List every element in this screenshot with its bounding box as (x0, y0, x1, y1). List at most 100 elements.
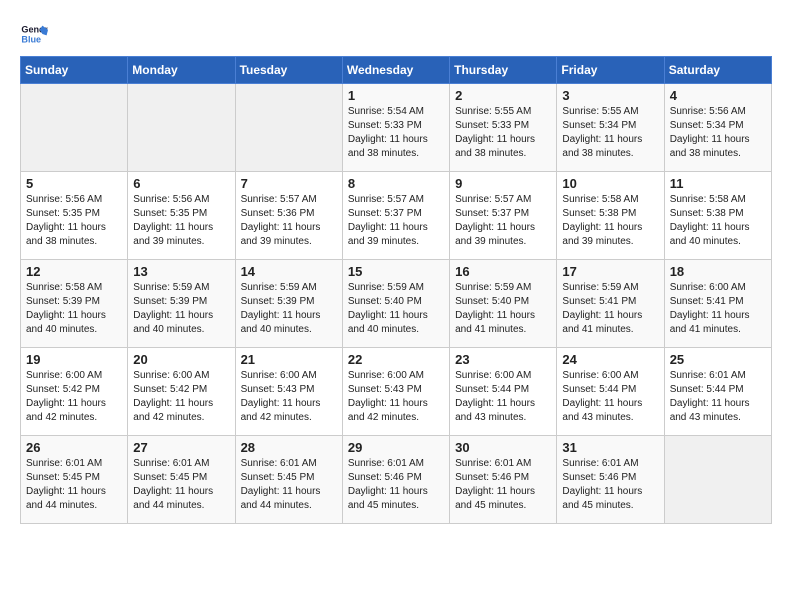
calendar-cell: 25 Sunrise: 6:01 AMSunset: 5:44 PMDayligh… (664, 348, 771, 436)
day-number: 11 (670, 176, 766, 191)
header-sunday: Sunday (21, 57, 128, 84)
calendar-cell: 15 Sunrise: 5:59 AMSunset: 5:40 PMDayligh… (342, 260, 449, 348)
calendar-cell: 21 Sunrise: 6:00 AMSunset: 5:43 PMDayligh… (235, 348, 342, 436)
day-number: 24 (562, 352, 658, 367)
day-info: Sunrise: 5:56 AMSunset: 5:35 PMDaylight:… (133, 193, 229, 249)
header-thursday: Thursday (450, 57, 557, 84)
header-tuesday: Tuesday (235, 57, 342, 84)
calendar-cell: 2 Sunrise: 5:55 AMSunset: 5:33 PMDaylight… (450, 84, 557, 172)
day-info: Sunrise: 5:55 AMSunset: 5:34 PMDaylight:… (562, 105, 658, 161)
calendar-cell: 30 Sunrise: 6:01 AMSunset: 5:46 PMDayligh… (450, 436, 557, 524)
day-number: 19 (26, 352, 122, 367)
day-number: 6 (133, 176, 229, 191)
day-info: Sunrise: 6:01 AMSunset: 5:46 PMDaylight:… (455, 457, 551, 513)
logo: General Blue (20, 20, 52, 48)
day-info: Sunrise: 5:58 AMSunset: 5:38 PMDaylight:… (562, 193, 658, 249)
day-info: Sunrise: 6:00 AMSunset: 5:43 PMDaylight:… (348, 369, 444, 425)
day-info: Sunrise: 5:55 AMSunset: 5:33 PMDaylight:… (455, 105, 551, 161)
day-number: 3 (562, 88, 658, 103)
logo-icon: General Blue (20, 20, 48, 48)
calendar-cell: 7 Sunrise: 5:57 AMSunset: 5:36 PMDaylight… (235, 172, 342, 260)
calendar-cell: 22Sunrise: 6:00 AMSunset: 5:43 PMDayligh… (342, 348, 449, 436)
calendar-cell: 4Sunrise: 5:56 AMSunset: 5:34 PMDaylight… (664, 84, 771, 172)
calendar-cell: 14Sunrise: 5:59 AMSunset: 5:39 PMDayligh… (235, 260, 342, 348)
day-number: 13 (133, 264, 229, 279)
day-info: Sunrise: 6:01 AMSunset: 5:45 PMDaylight:… (133, 457, 229, 513)
calendar-cell (21, 84, 128, 172)
calendar-cell (664, 436, 771, 524)
day-number: 21 (241, 352, 337, 367)
day-info: Sunrise: 6:00 AMSunset: 5:41 PMDaylight:… (670, 281, 766, 337)
calendar-table: SundayMondayTuesdayWednesdayThursdayFrid… (20, 56, 772, 524)
calendar-cell (235, 84, 342, 172)
day-number: 12 (26, 264, 122, 279)
header-saturday: Saturday (664, 57, 771, 84)
day-info: Sunrise: 6:00 AMSunset: 5:42 PMDaylight:… (26, 369, 122, 425)
day-number: 17 (562, 264, 658, 279)
day-info: Sunrise: 6:00 AMSunset: 5:43 PMDaylight:… (241, 369, 337, 425)
day-number: 26 (26, 440, 122, 455)
calendar-cell: 28Sunrise: 6:01 AMSunset: 5:45 PMDayligh… (235, 436, 342, 524)
day-number: 30 (455, 440, 551, 455)
calendar-cell: 19 Sunrise: 6:00 AMSunset: 5:42 PMDayligh… (21, 348, 128, 436)
day-info: Sunrise: 6:00 AMSunset: 5:42 PMDaylight:… (133, 369, 229, 425)
calendar-cell: 17 Sunrise: 5:59 AMSunset: 5:41 PMDayligh… (557, 260, 664, 348)
calendar-cell: 20 Sunrise: 6:00 AMSunset: 5:42 PMDayligh… (128, 348, 235, 436)
calendar-cell: 16 Sunrise: 5:59 AMSunset: 5:40 PMDayligh… (450, 260, 557, 348)
header-monday: Monday (128, 57, 235, 84)
day-info: Sunrise: 6:01 AMSunset: 5:45 PMDaylight:… (241, 457, 337, 513)
calendar-week-0: 1 Sunrise: 5:54 AMSunset: 5:33 PMDaylight… (21, 84, 772, 172)
day-info: Sunrise: 5:56 AMSunset: 5:35 PMDaylight:… (26, 193, 122, 249)
header-wednesday: Wednesday (342, 57, 449, 84)
day-number: 27 (133, 440, 229, 455)
calendar-cell: 23Sunrise: 6:00 AMSunset: 5:44 PMDayligh… (450, 348, 557, 436)
day-number: 8 (348, 176, 444, 191)
calendar-cell: 1 Sunrise: 5:54 AMSunset: 5:33 PMDaylight… (342, 84, 449, 172)
day-info: Sunrise: 5:59 AMSunset: 5:39 PMDaylight:… (241, 281, 337, 337)
day-info: Sunrise: 5:57 AMSunset: 5:36 PMDaylight:… (241, 193, 337, 249)
calendar-week-1: 5Sunrise: 5:56 AMSunset: 5:35 PMDaylight… (21, 172, 772, 260)
calendar-week-3: 19 Sunrise: 6:00 AMSunset: 5:42 PMDayligh… (21, 348, 772, 436)
day-info: Sunrise: 5:59 AMSunset: 5:40 PMDaylight:… (455, 281, 551, 337)
day-info: Sunrise: 5:57 AMSunset: 5:37 PMDaylight:… (455, 193, 551, 249)
day-number: 18 (670, 264, 766, 279)
day-number: 9 (455, 176, 551, 191)
svg-text:Blue: Blue (21, 34, 41, 44)
calendar-cell: 29Sunrise: 6:01 AMSunset: 5:46 PMDayligh… (342, 436, 449, 524)
day-info: Sunrise: 5:59 AMSunset: 5:40 PMDaylight:… (348, 281, 444, 337)
day-number: 25 (670, 352, 766, 367)
calendar-cell (128, 84, 235, 172)
day-info: Sunrise: 5:54 AMSunset: 5:33 PMDaylight:… (348, 105, 444, 161)
day-info: Sunrise: 6:01 AMSunset: 5:45 PMDaylight:… (26, 457, 122, 513)
day-number: 2 (455, 88, 551, 103)
day-info: Sunrise: 5:59 AMSunset: 5:41 PMDaylight:… (562, 281, 658, 337)
calendar-cell: 11 Sunrise: 5:58 AMSunset: 5:38 PMDayligh… (664, 172, 771, 260)
day-info: Sunrise: 5:57 AMSunset: 5:37 PMDaylight:… (348, 193, 444, 249)
day-number: 15 (348, 264, 444, 279)
calendar-cell: 26 Sunrise: 6:01 AMSunset: 5:45 PMDayligh… (21, 436, 128, 524)
calendar-cell: 5Sunrise: 5:56 AMSunset: 5:35 PMDaylight… (21, 172, 128, 260)
calendar-cell: 12 Sunrise: 5:58 AMSunset: 5:39 PMDayligh… (21, 260, 128, 348)
day-number: 7 (241, 176, 337, 191)
day-info: Sunrise: 5:56 AMSunset: 5:34 PMDaylight:… (670, 105, 766, 161)
calendar-cell: 10Sunrise: 5:58 AMSunset: 5:38 PMDayligh… (557, 172, 664, 260)
calendar-week-4: 26 Sunrise: 6:01 AMSunset: 5:45 PMDayligh… (21, 436, 772, 524)
day-number: 29 (348, 440, 444, 455)
day-number: 20 (133, 352, 229, 367)
header-friday: Friday (557, 57, 664, 84)
calendar-cell: 6 Sunrise: 5:56 AMSunset: 5:35 PMDaylight… (128, 172, 235, 260)
day-info: Sunrise: 5:59 AMSunset: 5:39 PMDaylight:… (133, 281, 229, 337)
day-info: Sunrise: 6:01 AMSunset: 5:44 PMDaylight:… (670, 369, 766, 425)
calendar-cell: 27 Sunrise: 6:01 AMSunset: 5:45 PMDayligh… (128, 436, 235, 524)
day-info: Sunrise: 5:58 AMSunset: 5:38 PMDaylight:… (670, 193, 766, 249)
calendar-week-2: 12 Sunrise: 5:58 AMSunset: 5:39 PMDayligh… (21, 260, 772, 348)
day-number: 16 (455, 264, 551, 279)
day-number: 1 (348, 88, 444, 103)
day-info: Sunrise: 6:00 AMSunset: 5:44 PMDaylight:… (455, 369, 551, 425)
calendar-cell: 13 Sunrise: 5:59 AMSunset: 5:39 PMDayligh… (128, 260, 235, 348)
calendar-cell: 9 Sunrise: 5:57 AMSunset: 5:37 PMDaylight… (450, 172, 557, 260)
calendar-cell: 31Sunrise: 6:01 AMSunset: 5:46 PMDayligh… (557, 436, 664, 524)
day-number: 31 (562, 440, 658, 455)
day-info: Sunrise: 5:58 AMSunset: 5:39 PMDaylight:… (26, 281, 122, 337)
page-header: General Blue (20, 20, 772, 48)
